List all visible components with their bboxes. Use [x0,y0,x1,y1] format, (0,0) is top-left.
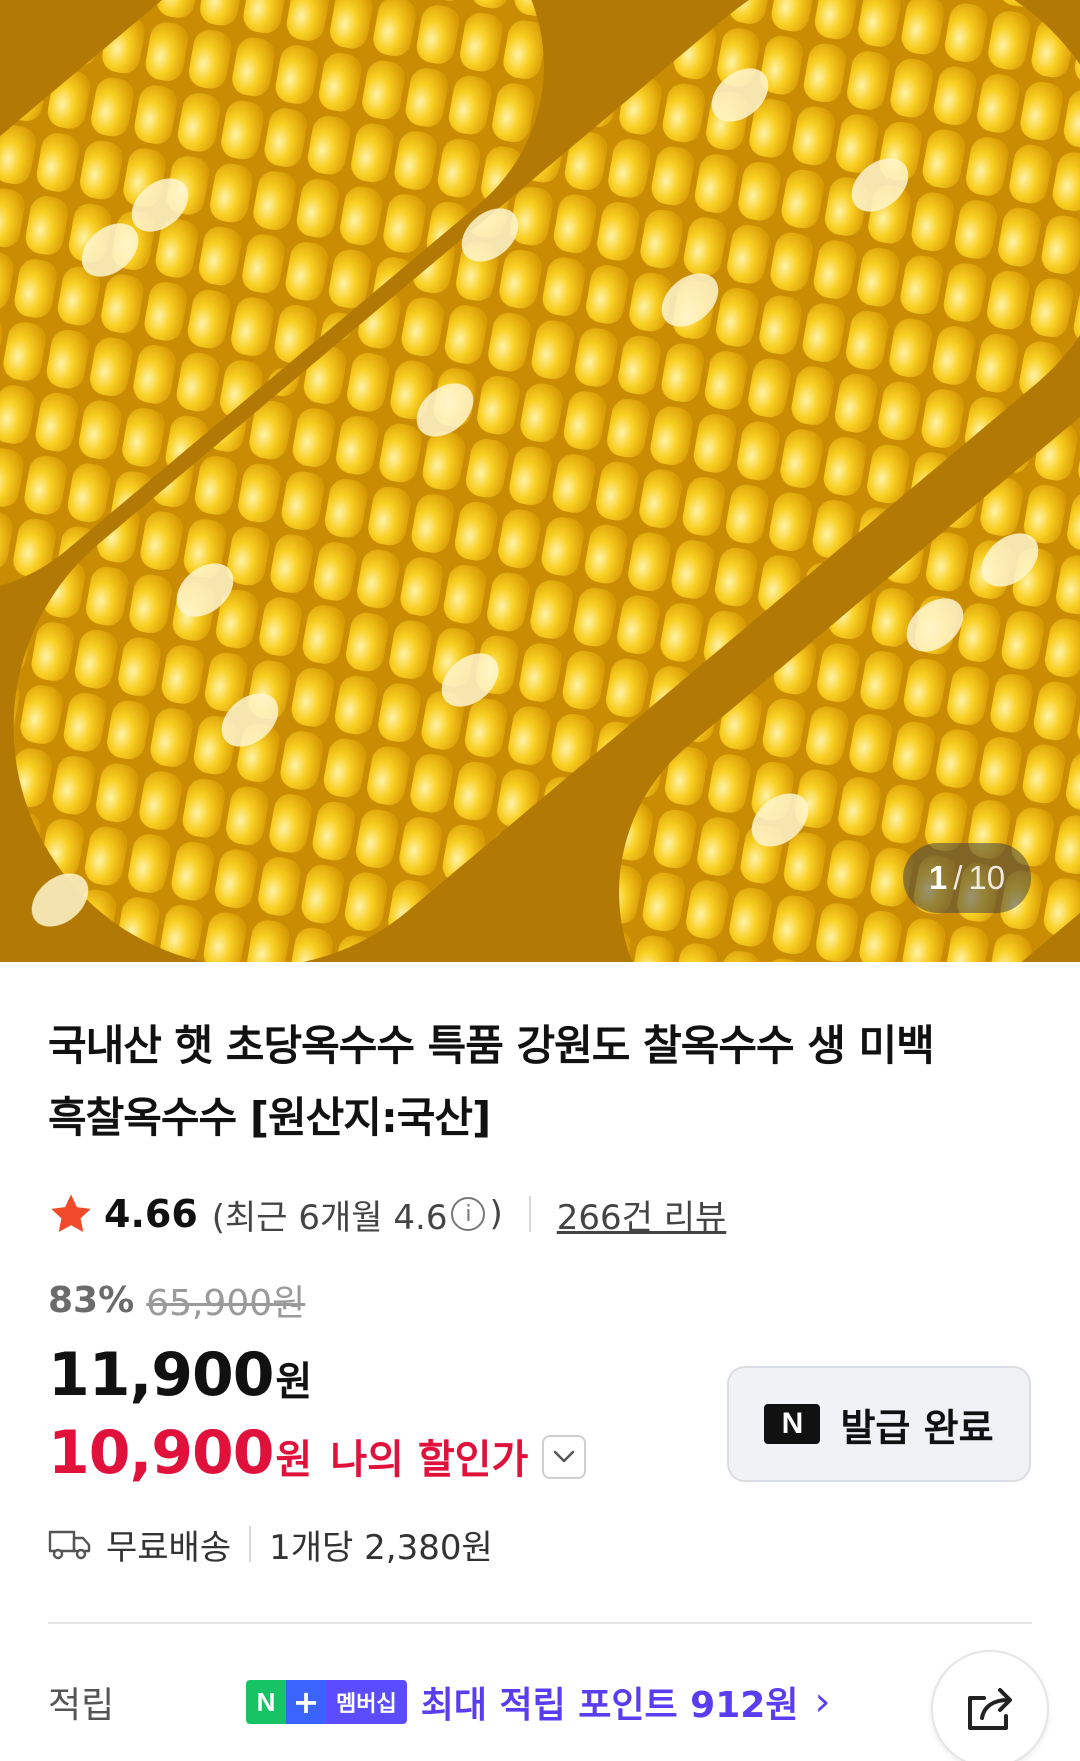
price-detail-toggle[interactable] [542,1435,587,1479]
image-counter: 1 / 10 [903,843,1031,913]
plus-icon: + [286,1680,326,1724]
delivery-row: 무료배송 1개당 2,380원 [48,1516,493,1572]
max-points-text: 최대 적립 포인트 912원 [420,1685,799,1726]
sale-price-currency: 원 [275,1359,313,1405]
my-price-value: 10,900 [48,1418,275,1488]
product-title-line1: 국내산 햇 초당옥수수 특품 강원도 찰옥수수 생 미백 [48,1021,935,1070]
recent-rating: (최근 6개월 4.6 i ) [212,1190,503,1239]
my-discount-price: 10,900 원 나의 할인가 [48,1418,587,1488]
discount-rate: 83% [48,1279,135,1321]
divider [249,1526,252,1562]
image-counter-total: 10 [968,859,1006,896]
review-count-link[interactable]: 266건 리뷰 [557,1190,727,1239]
points-row[interactable]: 적립 N + 멤버십 최대 적립 포인트 912원 › [48,1670,1032,1734]
discount-row: 83% 65,900원 [48,1274,305,1326]
corn-image-illustration [0,0,1080,962]
original-price: 65,900원 [146,1283,306,1324]
star-icon [51,1194,91,1233]
product-title-line2: 흑찰옥수수 [원산지:국산] [48,1093,491,1142]
sale-price: 11,900 원 [48,1340,312,1410]
unit-price: 1개당 2,380원 [269,1527,493,1568]
section-divider [48,1622,1032,1624]
rating-value: 4.66 [104,1192,198,1236]
product-detail-page: 1 / 10 국내산 햇 초당옥수수 특품 강원도 찰옥수수 생 미백 흑찰옥수… [0,0,1080,1761]
recent-rating-text: (최근 6개월 4.6 [211,1197,448,1238]
free-shipping: 무료배송 [106,1527,232,1568]
membership-text: 멤버십 [326,1680,407,1724]
info-icon[interactable]: i [451,1197,486,1231]
product-title: 국내산 햇 초당옥수수 특품 강원도 찰옥수수 생 미백 흑찰옥수수 [원산지:… [48,1010,1038,1154]
my-price-label: 나의 할인가 [330,1437,529,1483]
share-button[interactable] [931,1650,1049,1761]
sale-price-value: 11,900 [48,1340,275,1410]
my-price-currency: 원 [275,1437,313,1483]
share-icon [968,1688,1012,1730]
product-image[interactable]: 1 / 10 [0,0,1080,962]
membership-n-icon: N [246,1680,286,1724]
chevron-right-icon: › [814,1679,831,1725]
truck-icon [48,1530,91,1560]
recent-rating-close: ) [489,1194,503,1234]
coupon-label: 발급 완료 [840,1405,994,1450]
image-counter-current: 1 [928,859,948,896]
points-label: 적립 [48,1685,115,1726]
coupon-issued-button[interactable]: N 발급 완료 [727,1366,1031,1482]
chevron-down-icon [554,1450,575,1463]
divider [528,1196,531,1232]
rating-row: 4.66 (최근 6개월 4.6 i ) 266건 리뷰 [48,1186,726,1242]
naver-plus-membership-badge: N + 멤버십 [246,1680,407,1724]
image-counter-separator: / [953,859,963,896]
naver-n-icon: N [764,1404,821,1444]
